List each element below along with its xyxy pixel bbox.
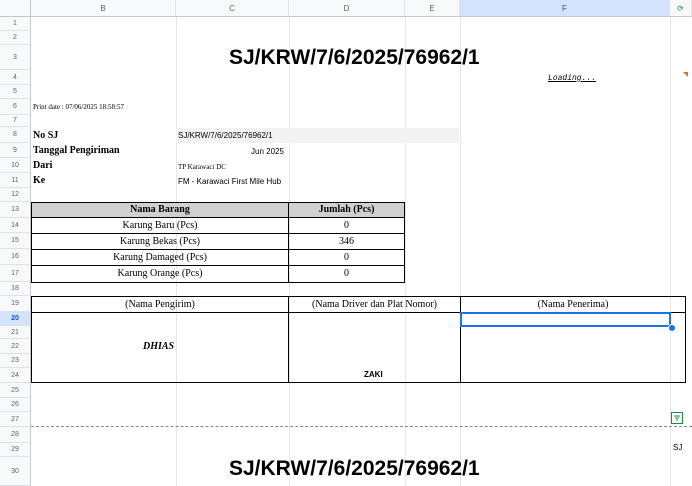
fill-handle[interactable] — [668, 324, 676, 332]
table-row-name: Karung Damaged (Pcs) — [31, 249, 289, 266]
field-label-dari: Dari — [33, 160, 53, 171]
table-header-jumlah: Jumlah (Pcs) — [288, 202, 405, 218]
right-edge-text: SJ — [673, 443, 683, 452]
page-break-line — [31, 426, 692, 427]
table-header-nama-barang: Nama Barang — [31, 202, 289, 218]
table-row-value: 0 — [288, 217, 405, 234]
table-row-name: Karung Orange (Pcs) — [31, 265, 289, 283]
field-label-no-sj: No SJ — [33, 130, 59, 141]
driver-name: ZAKI — [364, 370, 383, 379]
field-value-dari: TP Karawaci DC — [178, 163, 226, 171]
document-title: SJ/KRW/7/6/2025/76962/1 — [229, 46, 480, 69]
filter-icon[interactable] — [671, 412, 683, 424]
table-row-name: Karung Baru (Pcs) — [31, 217, 289, 234]
table-row-value: 346 — [288, 233, 405, 250]
field-value-no-sj: SJ/KRW/7/6/2025/76962/1 — [178, 131, 273, 140]
document-title-repeat: SJ/KRW/7/6/2025/76962/1 — [229, 457, 480, 480]
active-cell-selection[interactable] — [460, 312, 671, 327]
table-row-value: 0 — [288, 249, 405, 266]
signature-header-driver: (Nama Driver dan Plat Nomor) — [288, 296, 461, 313]
signature-header-sender: (Nama Pengirim) — [31, 296, 289, 313]
sender-name: DHIAS — [143, 341, 175, 352]
field-label-ke: Ke — [33, 175, 46, 186]
signature-header-receiver: (Nama Penerima) — [460, 296, 686, 313]
field-label-tanggal: Tanggal Pengiriman — [33, 145, 120, 156]
print-date: Print date : 07/06/2025 18:58:57 — [33, 103, 124, 111]
field-value-tanggal: Jun 2025 — [251, 147, 284, 156]
loading-indicator: Loading... — [548, 74, 597, 83]
field-value-ke: FM - Karawaci First Mile Hub — [178, 177, 282, 186]
spreadsheet: ▸ B C D E F ⟳ 12345678910111213141516171… — [0, 0, 692, 486]
table-row-value: 0 — [288, 265, 405, 283]
table-row-name: Karung Bekas (Pcs) — [31, 233, 289, 250]
comment-marker-icon[interactable] — [683, 72, 688, 77]
